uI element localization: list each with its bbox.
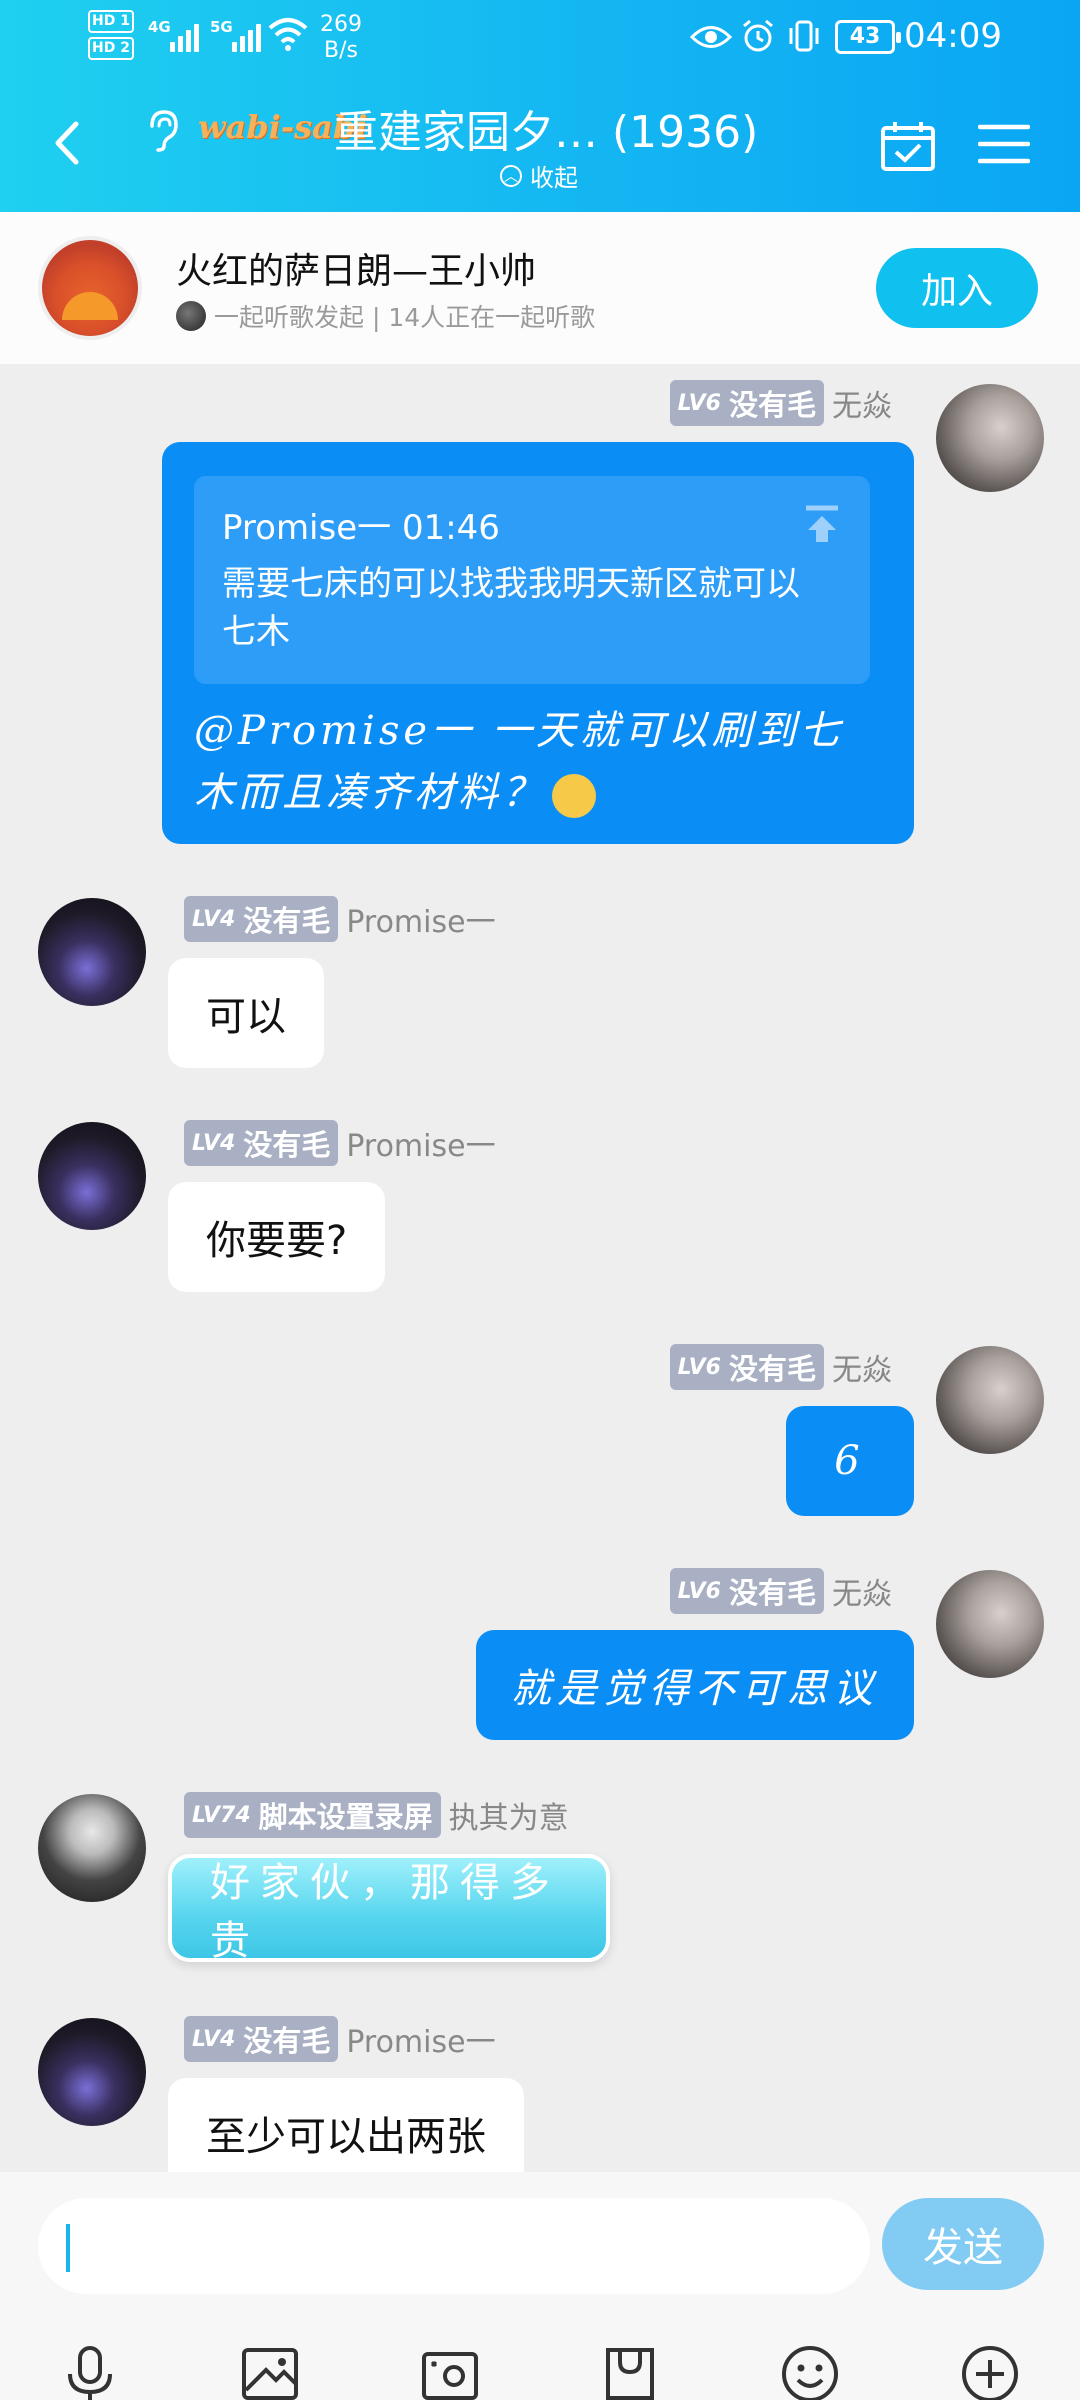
microphone-icon[interactable] <box>58 2342 122 2400</box>
listen-together-info: 一起听歌发起 | 14人正在一起听歌 <box>176 298 595 334</box>
avatar[interactable] <box>936 1570 1044 1678</box>
message-bubble[interactable]: 6 <box>786 1406 914 1516</box>
top-bar: HD 1 HD 2 4G 5G 269 B/s 43 04:09 wabi-sa… <box>0 0 1080 212</box>
song-title: 火红的萨日朗—王小帅 <box>176 251 537 292</box>
sender-line: LV4 没有毛 Promise一 <box>184 1120 496 1166</box>
page-title[interactable]: 重建家园夕… (1936) <box>334 96 758 160</box>
level-badge: LV74 脚本设置录屏 <box>184 1792 441 1838</box>
message-bubble[interactable]: 就是觉得不可思议 <box>476 1630 914 1740</box>
signal-icon-1 <box>170 16 199 52</box>
avatar[interactable] <box>936 1346 1044 1454</box>
status-bar: HD 1 HD 2 4G 5G 269 B/s 43 04:09 <box>0 0 1080 80</box>
avatar[interactable] <box>38 2018 146 2126</box>
sender-line: LV4 没有毛 Promise一 <box>184 896 496 942</box>
avatar[interactable] <box>936 384 1044 492</box>
collapse-button[interactable]: ︿ 收起 <box>500 158 578 193</box>
sim-indicators: HD 1 HD 2 <box>88 10 134 60</box>
sender-name: Promise一 <box>346 905 496 940</box>
level-badge: LV6 没有毛 <box>669 1344 824 1390</box>
plus-icon[interactable] <box>958 2342 1022 2400</box>
eye-icon <box>690 26 732 48</box>
level-badge: LV4 没有毛 <box>184 1120 339 1166</box>
sender-name: 执其为意 <box>448 1801 569 1836</box>
message-input[interactable] <box>38 2198 870 2294</box>
send-button[interactable]: 发送 <box>882 2198 1044 2290</box>
signal-icon-2 <box>232 16 261 52</box>
network-type-1: 4G <box>148 18 171 36</box>
grin-emoji-icon <box>552 774 596 818</box>
calendar-check-icon[interactable] <box>880 120 936 172</box>
sender-name: Promise一 <box>346 1129 496 1164</box>
hd2-badge: HD 2 <box>88 37 134 60</box>
sender-name: 无焱 <box>832 1353 892 1388</box>
sender-name: Promise一 <box>346 2025 496 2060</box>
message-bubble[interactable]: 至少可以出两张 <box>168 2078 524 2172</box>
battery-indicator: 43 <box>835 20 901 54</box>
image-icon[interactable] <box>238 2342 302 2400</box>
level-badge: LV6 没有毛 <box>669 1568 824 1614</box>
menu-icon[interactable] <box>978 124 1030 164</box>
bag-icon[interactable] <box>598 2342 662 2400</box>
message-bubble[interactable]: 可以 <box>168 958 324 1068</box>
join-button[interactable]: 加入 <box>876 248 1038 328</box>
network-speed: 269 B/s <box>320 12 362 63</box>
quoted-message[interactable]: Promise一 01:46 需要七床的可以找我我明天新区就可以七木 <box>194 476 870 684</box>
alarm-icon <box>743 19 773 52</box>
chevron-up-icon: ︿ <box>500 164 522 187</box>
sender-line: LV6 没有毛 无焱 <box>669 1568 892 1614</box>
quote-body: 需要七床的可以找我我明天新区就可以七木 <box>222 564 800 652</box>
message-bubble[interactable]: 你要要? <box>168 1182 386 1292</box>
song-cover[interactable] <box>38 236 142 340</box>
input-bar: 发送 <box>0 2172 1080 2400</box>
avatar[interactable] <box>38 898 146 1006</box>
wifi-icon <box>268 18 308 51</box>
sender-line: LV4 没有毛 Promise一 <box>184 2016 496 2062</box>
quote-header: Promise一 01:46 <box>222 508 500 548</box>
initiator-avatar <box>176 301 206 331</box>
level-badge: LV6 没有毛 <box>669 380 824 426</box>
sender-line: LV6 没有毛 无焱 <box>669 1344 892 1390</box>
level-badge: LV4 没有毛 <box>184 2016 339 2062</box>
hd1-badge: HD 1 <box>88 10 134 33</box>
network-type-2: 5G <box>210 18 233 36</box>
avatar[interactable] <box>38 1122 146 1230</box>
camera-icon[interactable] <box>418 2342 482 2400</box>
level-badge: LV4 没有毛 <box>184 896 339 942</box>
collapse-label: 收起 <box>530 164 578 192</box>
pin-top-icon[interactable] <box>802 504 842 544</box>
emoji-icon[interactable] <box>778 2342 842 2400</box>
message-bubble[interactable]: 好家伙，那得多贵 <box>168 1854 610 1964</box>
back-icon[interactable] <box>52 118 82 168</box>
text-cursor <box>66 2224 70 2272</box>
ear-icon[interactable] <box>144 108 180 152</box>
sender-line: LV6 没有毛 无焱 <box>669 380 892 426</box>
message-text: @Promise一 一天就可以刷到七木而且凑齐材料？ <box>194 708 844 818</box>
vibrate-icon <box>789 20 819 52</box>
avatar[interactable] <box>38 1794 146 1902</box>
clock: 04:09 <box>904 16 1002 56</box>
sender-line: LV74 脚本设置录屏 执其为意 <box>184 1792 569 1838</box>
sender-name: 无焱 <box>832 389 892 424</box>
listen-together-bar[interactable]: 火红的萨日朗—王小帅 一起听歌发起 | 14人正在一起听歌 加入 <box>0 212 1080 364</box>
sender-name: 无焱 <box>832 1577 892 1612</box>
